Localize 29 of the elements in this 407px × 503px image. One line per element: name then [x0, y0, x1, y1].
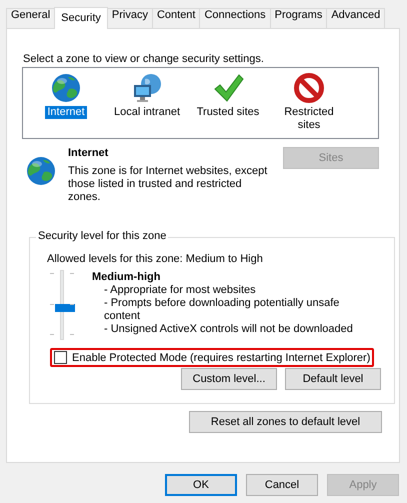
tab[interactable]: Security [54, 7, 108, 29]
zone-description: This zone is for Internet websites, except those listed in trusted and restricted zones. [68, 165, 268, 204]
checkbox-label[interactable]: Enable Protected Mode (requires restarting Internet Explorer) [72, 352, 370, 364]
computer-globe-icon [131, 72, 163, 104]
slider-thumb[interactable] [55, 304, 75, 312]
checkbox[interactable] [54, 351, 67, 364]
level-detail: - Unsigned ActiveX controls will not be downloaded [104, 323, 354, 336]
globe-icon [25, 155, 57, 187]
zone-item[interactable]: Trusted sites [194, 106, 262, 119]
cancel-button[interactable]: Cancel [246, 474, 318, 496]
zone-item[interactable]: Local intranet [112, 106, 182, 119]
prohibited-icon [293, 72, 325, 104]
tab[interactable]: Advanced [326, 8, 386, 28]
zone-item[interactable]: Restricted sites [270, 106, 348, 132]
custom-level-button[interactable]: Custom level... [181, 368, 277, 390]
zone-title: Internet [68, 146, 110, 161]
zone-prompt: Select a zone to view or change security settings. [23, 53, 265, 65]
level-detail: - Prompts before downloading potentially unsafe content [104, 297, 340, 323]
group-legend: Security level for this zone [36, 230, 168, 242]
tab[interactable]: General [6, 8, 56, 28]
level-detail: - Appropriate for most websites [104, 284, 257, 297]
reset-zones-button[interactable]: Reset all zones to default level [189, 411, 382, 433]
globe-icon [50, 72, 82, 104]
checkmark-icon [212, 72, 244, 104]
allowed-levels-text: Allowed levels for this zone: Medium to High [47, 252, 264, 266]
ok-button[interactable]: OK [165, 474, 237, 496]
zone-item[interactable]: Internet [45, 106, 87, 119]
level-name: Medium-high [92, 270, 162, 284]
default-level-button[interactable]: Default level [285, 368, 381, 390]
